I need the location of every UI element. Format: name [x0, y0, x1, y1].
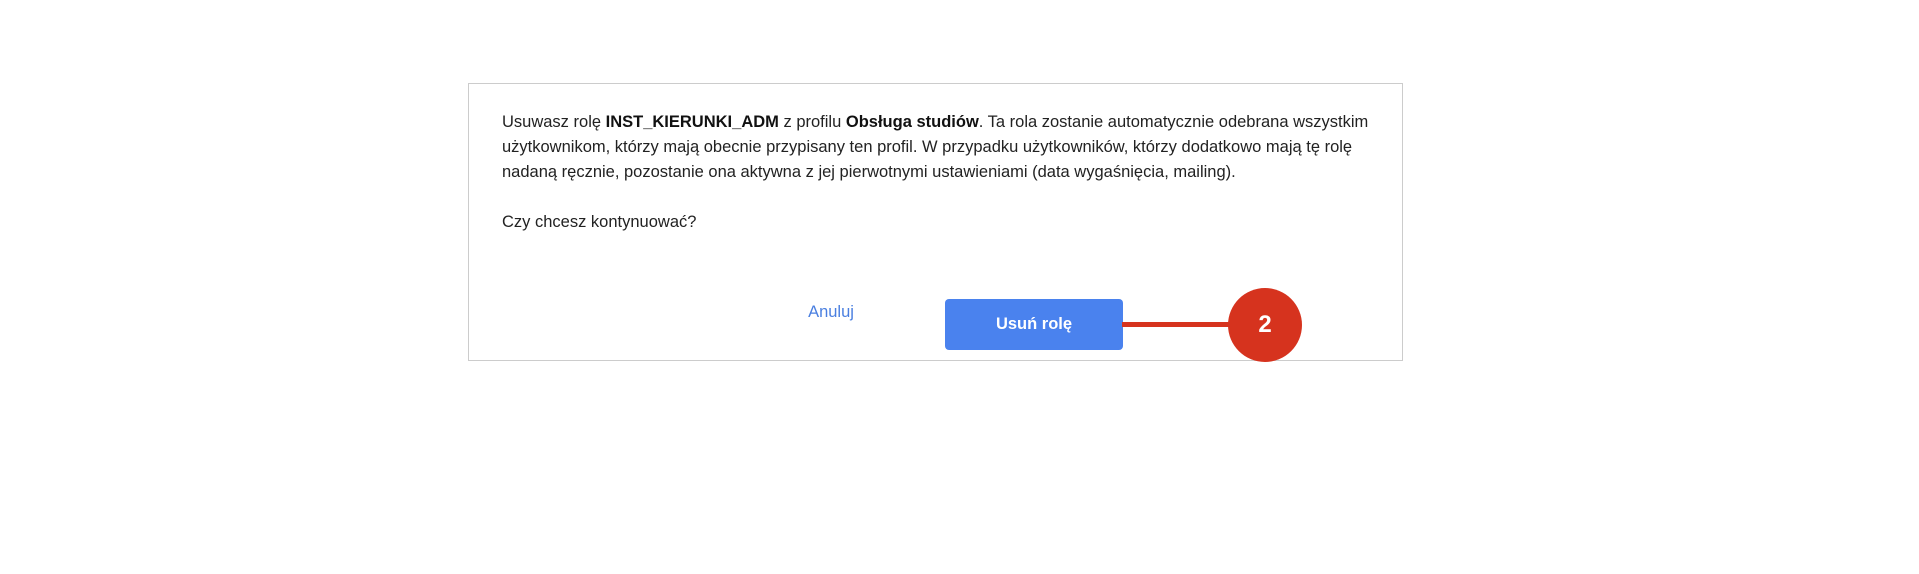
- step-number-badge: 2: [1228, 288, 1302, 362]
- annotation-connector-line: [1122, 322, 1232, 327]
- message-middle: z profilu: [778, 113, 846, 131]
- page: Usuwasz rolę INST_KIERUNKI_ADM z profilu…: [0, 0, 1919, 574]
- dialog-question: Czy chcesz kontynuować?: [502, 213, 697, 231]
- remove-role-button[interactable]: Usuń rolę: [945, 299, 1123, 350]
- message-prefix: Usuwasz rolę: [502, 113, 606, 131]
- profile-name: Obsługa studiów: [845, 113, 979, 131]
- dialog-message: Usuwasz rolę INST_KIERUNKI_ADM z profilu…: [502, 110, 1372, 185]
- role-name: INST_KIERUNKI_ADM: [605, 113, 779, 131]
- cancel-button[interactable]: Anuluj: [791, 297, 871, 327]
- dialog-body: Usuwasz rolę INST_KIERUNKI_ADM z profilu…: [502, 110, 1372, 235]
